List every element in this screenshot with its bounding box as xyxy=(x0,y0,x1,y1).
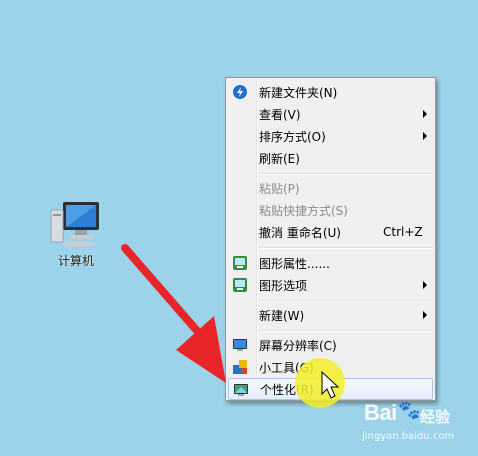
watermark-brand-cn: 经验 xyxy=(420,408,451,426)
baidu-jingyan-watermark: Bai 🐾 经验 jingyan.baidu.com xyxy=(360,400,475,452)
watermark-url: jingyan.baidu.com xyxy=(362,431,455,442)
red-arrow-shaft xyxy=(121,244,209,344)
red-arrow-head xyxy=(176,316,226,383)
paw-icon: 🐾 xyxy=(398,400,421,421)
annotation-overlay xyxy=(121,244,345,408)
highlight-circle xyxy=(295,358,345,408)
watermark-brand: Bai xyxy=(364,400,397,425)
